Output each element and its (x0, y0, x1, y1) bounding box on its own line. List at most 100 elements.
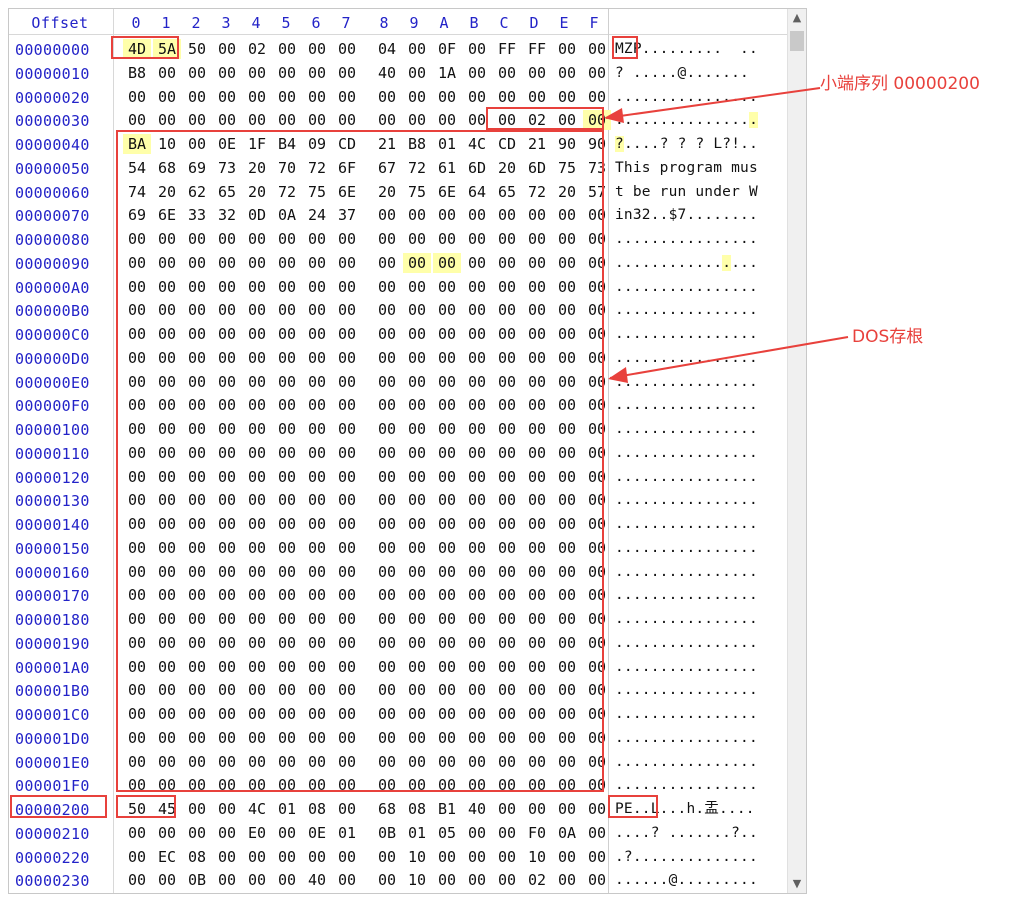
hex-byte[interactable]: 00 (493, 870, 521, 890)
hex-byte[interactable]: 00 (153, 823, 181, 843)
hex-byte[interactable]: 00 (303, 87, 331, 107)
row-offset[interactable]: 000001E0 (15, 754, 107, 772)
ascii-text[interactable]: ................ (615, 324, 758, 344)
row-offset[interactable]: 00000020 (15, 89, 107, 107)
hex-byte[interactable]: 00 (333, 87, 361, 107)
hex-byte[interactable]: 00 (273, 87, 301, 107)
row-offset[interactable]: 000001C0 (15, 706, 107, 724)
ascii-text[interactable]: ................ (615, 752, 758, 772)
hex-byte[interactable]: 00 (153, 110, 181, 130)
hex-byte[interactable]: 00 (433, 847, 461, 867)
ascii-text[interactable]: ................ (615, 277, 758, 297)
hex-byte[interactable]: 40 (373, 63, 401, 83)
hex-byte[interactable]: 00 (273, 63, 301, 83)
hex-byte[interactable]: 10 (523, 847, 551, 867)
hex-byte[interactable]: 00 (583, 847, 611, 867)
hex-byte[interactable]: FF (523, 39, 551, 59)
hex-byte[interactable]: 02 (523, 870, 551, 890)
ascii-text[interactable]: ................ (615, 609, 758, 629)
hex-byte[interactable]: 00 (403, 87, 431, 107)
hex-byte[interactable]: 50 (183, 39, 211, 59)
row-offset[interactable]: 00000210 (15, 825, 107, 843)
hex-byte[interactable]: 01 (403, 823, 431, 843)
hex-byte[interactable]: 0F (433, 39, 461, 59)
hex-byte[interactable]: 00 (553, 847, 581, 867)
hex-byte[interactable]: 00 (303, 110, 331, 130)
hex-byte[interactable]: 00 (493, 823, 521, 843)
ascii-text[interactable]: ................ (615, 372, 758, 392)
hex-byte[interactable]: 00 (373, 870, 401, 890)
ascii-text[interactable]: ................ (615, 110, 758, 130)
row-offset[interactable]: 000000D0 (15, 350, 107, 368)
hex-byte[interactable]: 00 (273, 847, 301, 867)
scroll-thumb[interactable] (790, 31, 804, 51)
ascii-text[interactable]: ................ (615, 585, 758, 605)
hex-byte[interactable]: 00 (213, 870, 241, 890)
row-offset[interactable]: 00000120 (15, 469, 107, 487)
hex-byte[interactable]: 00 (523, 799, 551, 819)
hex-byte[interactable]: 00 (553, 870, 581, 890)
hex-byte[interactable]: 00 (403, 110, 431, 130)
hex-byte[interactable]: 00 (433, 110, 461, 130)
ascii-text[interactable]: ................ (615, 538, 758, 558)
ascii-text[interactable]: ................ (615, 728, 758, 748)
ascii-text[interactable]: ................ (615, 229, 758, 249)
row-offset[interactable]: 00000100 (15, 421, 107, 439)
hex-byte[interactable]: 00 (463, 870, 491, 890)
hex-byte[interactable]: 00 (243, 110, 271, 130)
hex-byte[interactable]: E0 (243, 823, 271, 843)
hex-byte[interactable]: 00 (273, 39, 301, 59)
hex-byte[interactable]: 00 (463, 823, 491, 843)
hex-byte[interactable]: 0B (183, 870, 211, 890)
hex-byte[interactable]: 00 (123, 110, 151, 130)
ascii-text[interactable]: in32..$7........ (615, 205, 758, 225)
row-offset[interactable]: 00000130 (15, 492, 107, 510)
row-offset[interactable]: 00000070 (15, 207, 107, 225)
hex-byte[interactable]: 0B (373, 823, 401, 843)
hex-byte[interactable]: 00 (523, 63, 551, 83)
hex-byte[interactable]: 01 (273, 799, 301, 819)
row-offset[interactable]: 000001D0 (15, 730, 107, 748)
ascii-text[interactable]: ................ (615, 514, 758, 534)
ascii-text[interactable]: .?.............. (615, 847, 758, 867)
hex-byte[interactable]: 00 (583, 63, 611, 83)
hex-byte[interactable]: 00 (123, 823, 151, 843)
hex-byte[interactable]: 00 (213, 39, 241, 59)
hex-byte[interactable]: 10 (403, 870, 431, 890)
row-offset[interactable]: 00000180 (15, 611, 107, 629)
hex-byte[interactable]: 00 (493, 87, 521, 107)
ascii-text[interactable]: ................ (615, 704, 758, 724)
hex-byte[interactable]: 00 (213, 63, 241, 83)
hex-byte[interactable]: 00 (213, 110, 241, 130)
hex-byte[interactable]: 00 (303, 63, 331, 83)
ascii-text[interactable]: t be run under W (615, 182, 758, 202)
hex-byte[interactable]: 00 (373, 110, 401, 130)
hex-byte[interactable]: 00 (123, 87, 151, 107)
hex-byte[interactable]: 00 (303, 847, 331, 867)
ascii-text[interactable]: ................ (615, 633, 758, 653)
ascii-text[interactable]: ................ (615, 467, 758, 487)
row-offset[interactable]: 00000030 (15, 112, 107, 130)
scroll-down-arrow-icon[interactable]: ▼ (788, 875, 806, 893)
hex-byte[interactable]: 00 (213, 847, 241, 867)
hex-byte[interactable]: 00 (153, 87, 181, 107)
hex-byte[interactable]: 00 (333, 847, 361, 867)
hex-byte[interactable]: 00 (333, 799, 361, 819)
hex-byte[interactable]: 00 (243, 847, 271, 867)
hex-byte[interactable]: 00 (183, 823, 211, 843)
ascii-text[interactable]: ? .....@....... (615, 63, 749, 83)
row-offset[interactable]: 000000E0 (15, 374, 107, 392)
hex-byte[interactable]: 00 (583, 799, 611, 819)
row-offset[interactable]: 000001B0 (15, 682, 107, 700)
hex-byte[interactable]: 40 (303, 870, 331, 890)
scroll-up-arrow-icon[interactable]: ▲ (788, 9, 806, 27)
row-offset[interactable]: 00000000 (15, 41, 107, 59)
hex-byte[interactable]: 00 (243, 870, 271, 890)
ascii-text[interactable]: ................ (615, 419, 758, 439)
hex-byte[interactable]: 01 (333, 823, 361, 843)
row-offset[interactable]: 000000C0 (15, 326, 107, 344)
ascii-text[interactable]: ................ (615, 657, 758, 677)
row-offset[interactable]: 00000220 (15, 849, 107, 867)
hex-byte[interactable]: 00 (123, 847, 151, 867)
hex-byte[interactable]: 00 (213, 823, 241, 843)
